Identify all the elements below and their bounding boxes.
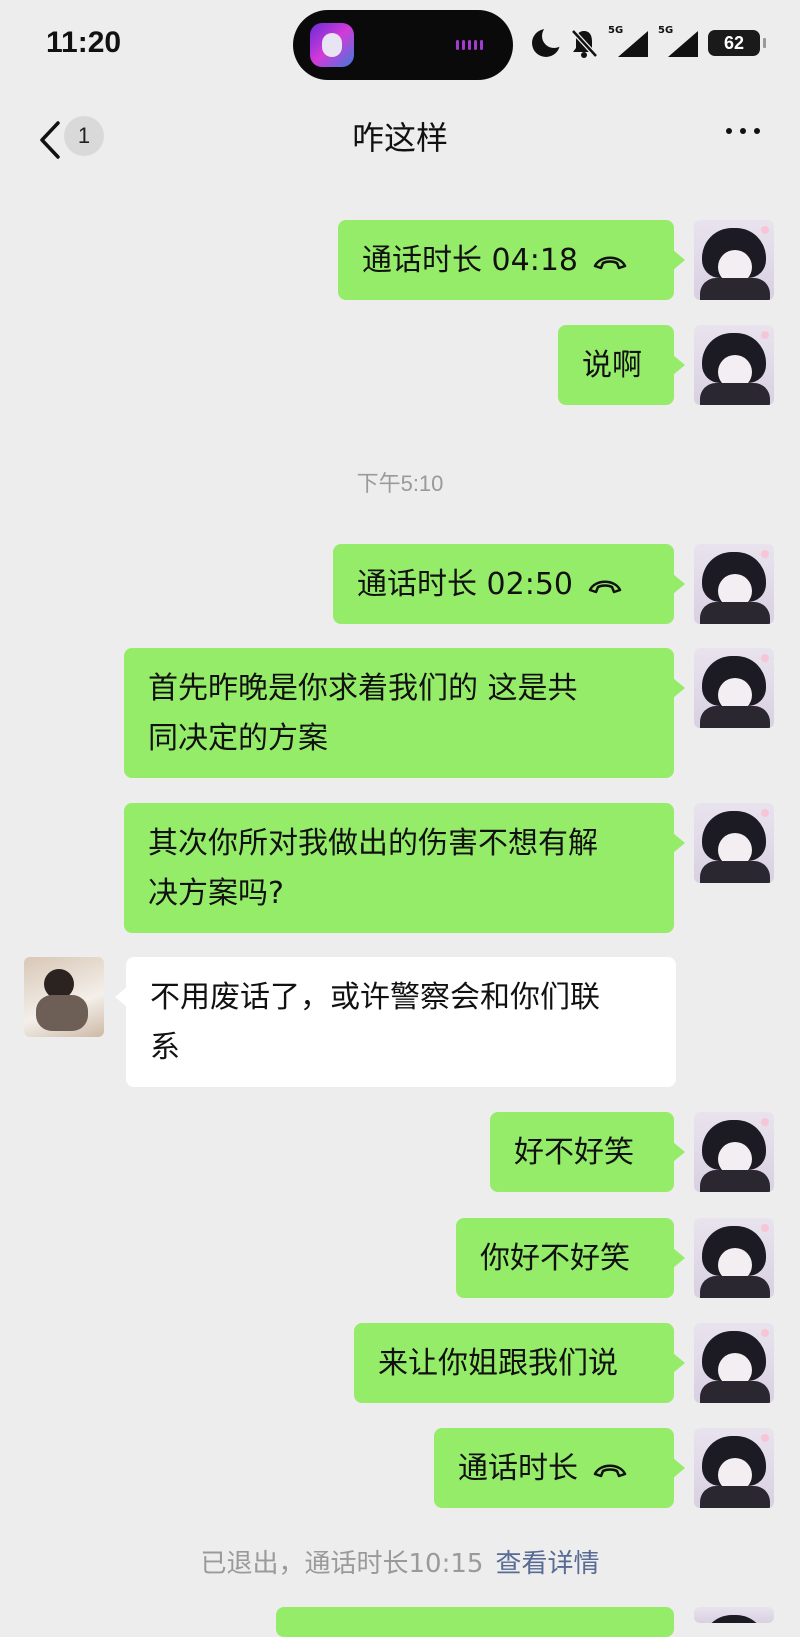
phone-hangup-icon bbox=[593, 1464, 627, 1477]
phone-hangup-icon bbox=[588, 580, 622, 593]
my-avatar[interactable] bbox=[694, 1323, 774, 1403]
phone-hangup-icon bbox=[593, 256, 627, 269]
my-avatar[interactable] bbox=[694, 325, 774, 405]
my-avatar[interactable] bbox=[694, 544, 774, 624]
call-duration-text: 通话时长 02:50 bbox=[357, 567, 573, 602]
message-bubble[interactable]: 好不好笑 bbox=[490, 1112, 685, 1192]
do-not-disturb-icon bbox=[532, 24, 566, 57]
status-icons: 5G 5G 62 bbox=[532, 24, 766, 58]
message-bubble[interactable]: 说啊 bbox=[558, 325, 685, 405]
message-text: 来让你姐跟我们说 bbox=[378, 1346, 618, 1381]
call-ended-notice: 已退出，通话时长10:15 查看详情 bbox=[0, 1543, 800, 1580]
message-line: 决方案吗? bbox=[148, 876, 284, 911]
chat-timestamp: 下午5:10 bbox=[356, 471, 444, 496]
message-bubble[interactable]: 来让你姐跟我们说 bbox=[354, 1323, 685, 1403]
my-avatar[interactable] bbox=[694, 220, 774, 300]
island-app-icon bbox=[310, 23, 354, 67]
my-avatar[interactable] bbox=[694, 648, 774, 728]
status-time: 11:20 bbox=[46, 26, 122, 59]
call-ended-text: 已退出，通话时长10:15 bbox=[200, 1549, 484, 1579]
signal-icon-sim1: 5G bbox=[608, 25, 648, 57]
mute-bell-icon bbox=[571, 29, 598, 58]
call-duration-text: 通话时长 04:18 bbox=[362, 243, 578, 278]
message-bubble[interactable]: 首先昨晚是你求着我们的 这是共 同决定的方案 bbox=[124, 648, 685, 778]
message-text: 说啊 bbox=[582, 348, 642, 383]
battery-indicator: 62 bbox=[708, 30, 766, 56]
message-bubble-incoming[interactable]: 不用废话了，或许警察会和你们联 系 bbox=[115, 957, 676, 1087]
message-line: 系 bbox=[150, 1030, 180, 1065]
message-line: 其次你所对我做出的伤害不想有解 bbox=[148, 826, 598, 861]
chat-title: 咋这样 bbox=[351, 119, 448, 157]
my-avatar[interactable] bbox=[694, 1218, 774, 1298]
message-bubble[interactable]: 你好不好笑 bbox=[456, 1218, 685, 1298]
message-text: 你好不好笑 bbox=[480, 1241, 630, 1276]
message-bubble-call[interactable]: 通话时长 02:50 bbox=[333, 544, 685, 624]
message-line: 不用废话了，或许警察会和你们联 bbox=[150, 980, 600, 1015]
my-avatar[interactable] bbox=[694, 1607, 774, 1623]
my-avatar[interactable] bbox=[694, 1428, 774, 1508]
message-bubble[interactable]: 其次你所对我做出的伤害不想有解 决方案吗? bbox=[124, 803, 685, 933]
signal-icon-sim2: 5G bbox=[658, 25, 698, 57]
status-bar: 11:20 5G 5G 62 bbox=[0, 0, 800, 95]
more-options-icon[interactable] bbox=[726, 128, 760, 134]
message-line: 首先昨晚是你求着我们的 这是共 bbox=[148, 671, 578, 706]
my-avatar[interactable] bbox=[694, 1112, 774, 1192]
message-bubble-call[interactable]: 通话时长 bbox=[434, 1428, 685, 1508]
message-bubble-call[interactable]: 通话时长 04:18 bbox=[338, 220, 685, 300]
dynamic-island[interactable] bbox=[293, 10, 513, 80]
call-duration-text: 通话时长 bbox=[458, 1451, 578, 1486]
view-details-link[interactable]: 查看详情 bbox=[495, 1549, 599, 1579]
message-line: 同决定的方案 bbox=[148, 721, 328, 756]
message-bubble-partial[interactable] bbox=[276, 1607, 674, 1637]
my-avatar[interactable] bbox=[694, 803, 774, 883]
audio-wave-icon bbox=[456, 40, 488, 50]
message-text: 好不好笑 bbox=[514, 1135, 634, 1170]
contact-avatar[interactable] bbox=[24, 957, 104, 1037]
